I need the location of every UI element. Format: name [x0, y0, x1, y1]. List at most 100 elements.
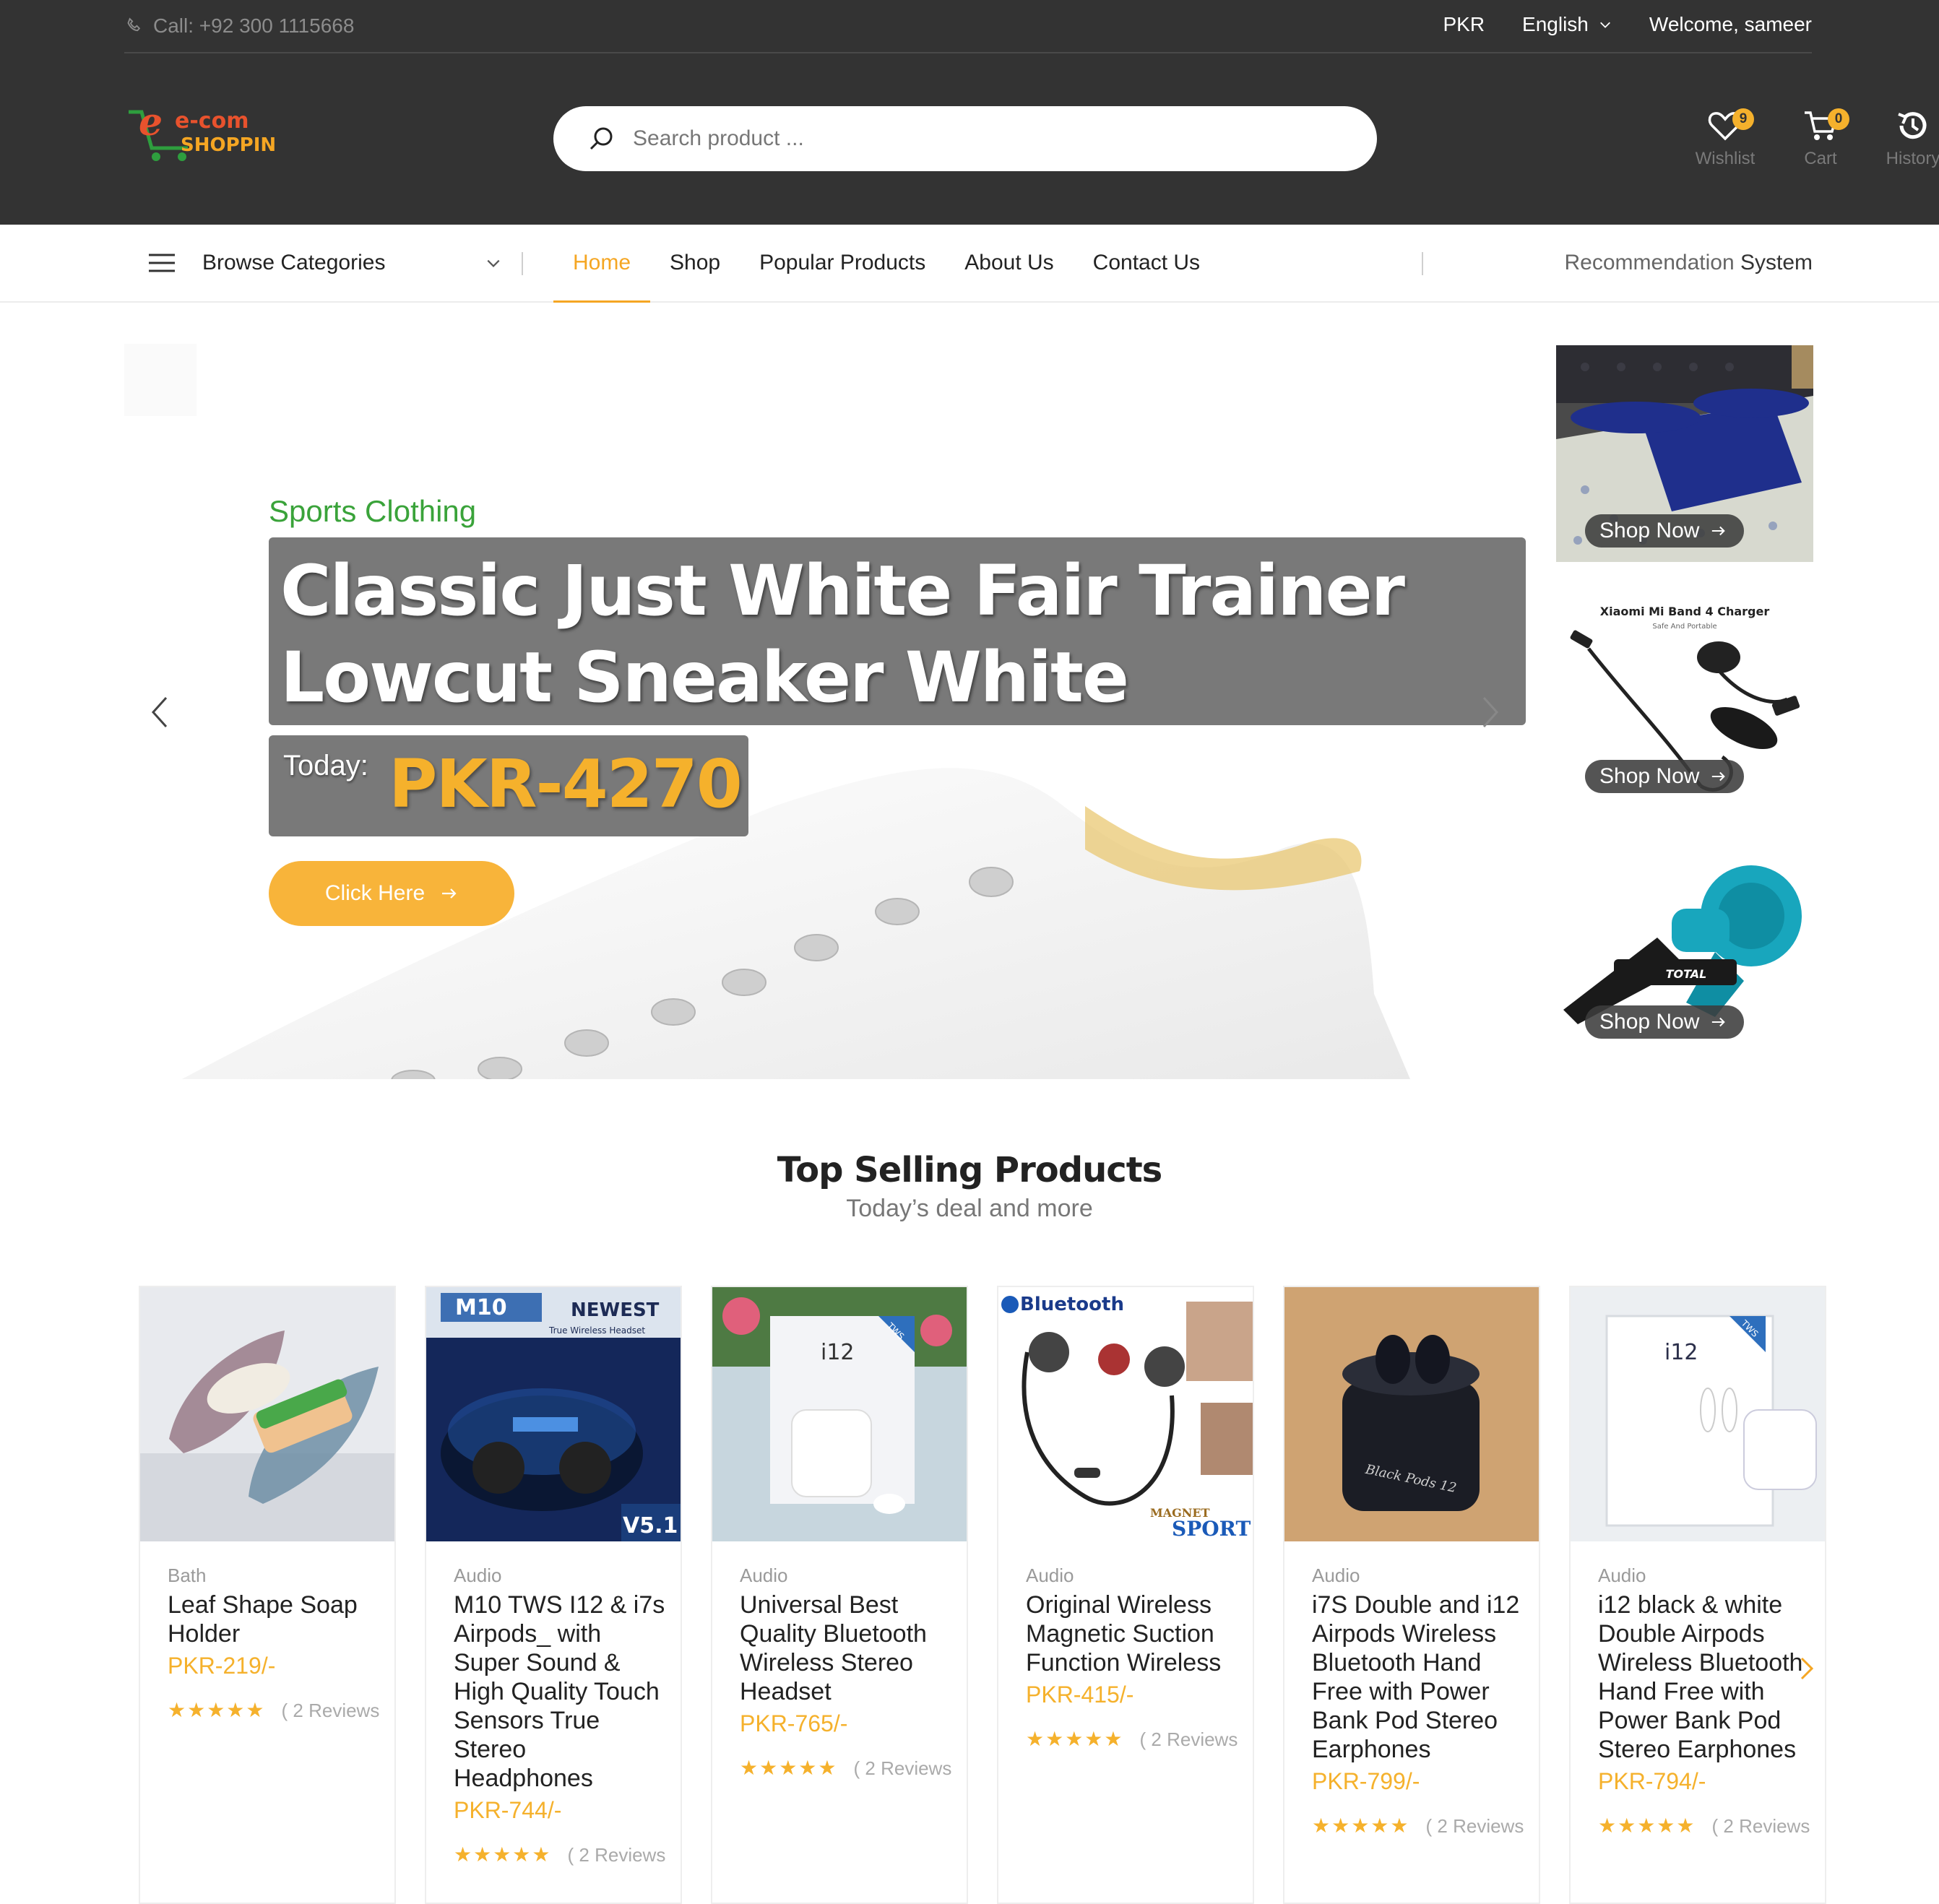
- shop-now-button[interactable]: Shop Now: [1585, 1005, 1745, 1039]
- review-count: ( 2 Reviews: [853, 1757, 952, 1779]
- product-name[interactable]: Universal Best Quality Bluetooth Wireles…: [740, 1591, 927, 1705]
- slider-prev-button[interactable]: [144, 691, 173, 734]
- recommendation-system-link[interactable]: Recommendation System: [1565, 251, 1813, 275]
- star-rating-icon: ★★★★★: [168, 1699, 266, 1721]
- product-rating: ★★★★★ ( 2 Reviews: [740, 1754, 956, 1783]
- hero-title: Classic Just White Fair Trainer Lowcut S…: [280, 550, 1405, 718]
- cart-count: 0: [1828, 108, 1849, 130]
- site-header: Call: +92 300 1115668 PKR English Welcom…: [0, 0, 1939, 225]
- review-count: ( 2 Reviews: [1711, 1815, 1810, 1837]
- chevron-right-icon: [1800, 1657, 1814, 1680]
- nav-shop[interactable]: Shop: [650, 225, 740, 303]
- shop-now-label: Shop Now: [1599, 519, 1700, 542]
- shop-now-label: Shop Now: [1599, 764, 1700, 788]
- svg-text:SHOPPING: SHOPPING: [181, 134, 276, 156]
- click-here-button[interactable]: Click Here: [269, 861, 514, 926]
- nav-contact-us[interactable]: Contact Us: [1074, 225, 1219, 303]
- product-image[interactable]: [140, 1287, 394, 1541]
- currency-selector[interactable]: PKR: [1443, 13, 1485, 36]
- shop-now-button[interactable]: Shop Now: [1585, 514, 1745, 548]
- product-name[interactable]: i12 black & white Double Airpods Wireles…: [1598, 1591, 1802, 1763]
- divider: [522, 252, 523, 275]
- product-image[interactable]: Black Pods 12: [1284, 1287, 1539, 1541]
- section-title: Top Selling Products: [777, 1150, 1162, 1190]
- chevron-down-icon: [487, 259, 500, 267]
- site-logo[interactable]: e e-com SHOPPING: [124, 100, 291, 165]
- review-count: ( 2 Reviews: [1425, 1815, 1524, 1837]
- product-image[interactable]: M10 NEWEST True Wireless Headset V5.1: [426, 1287, 681, 1541]
- slider-next-button[interactable]: [1477, 691, 1506, 734]
- search-input[interactable]: [633, 126, 1283, 151]
- banner-bedsheet[interactable]: Shop Now: [1556, 345, 1813, 562]
- star-rating-icon: ★★★★★: [1026, 1728, 1124, 1750]
- svg-text:e: e: [139, 103, 163, 144]
- click-here-label: Click Here: [324, 881, 426, 905]
- svg-text:TOTAL: TOTAL: [1666, 967, 1707, 981]
- product-name[interactable]: Original Wireless Magnetic Suction Funct…: [1026, 1591, 1221, 1676]
- cart-button[interactable]: 0 Cart: [1777, 107, 1864, 169]
- product-price: PKR-219/-: [168, 1653, 276, 1679]
- product-price: PKR-799/-: [1312, 1768, 1420, 1794]
- product-card[interactable]: i12 TWS Audio i12 black & white Double A…: [1569, 1286, 1826, 1904]
- history-icon: [1898, 112, 1927, 139]
- product-card[interactable]: i12 TWS Audio Universal Best Quality Blu…: [711, 1286, 968, 1904]
- divider: [1422, 252, 1423, 275]
- chevron-down-icon: [1599, 22, 1610, 28]
- product-rating: ★★★★★ ( 2 Reviews: [454, 1840, 670, 1869]
- shop-now-button[interactable]: Shop Now: [1585, 760, 1745, 793]
- svg-text:NEWEST: NEWEST: [571, 1299, 660, 1321]
- review-count: ( 2 Reviews: [567, 1844, 666, 1866]
- product-card[interactable]: Black Pods 12 Audio i7S Double and i12 A…: [1283, 1286, 1540, 1904]
- product-info: i12 black & white Double Airpods Wireles…: [1598, 1591, 1815, 1840]
- product-name[interactable]: i7S Double and i12 Airpods Wireless Blue…: [1312, 1591, 1519, 1763]
- menu-links: Home Shop Popular Products About Us Cont…: [553, 225, 1219, 303]
- svg-text:i12: i12: [1664, 1340, 1698, 1365]
- call-info: Call: +92 300 1115668: [124, 14, 354, 38]
- product-image[interactable]: Bluetooth MAGNET SPORT: [998, 1287, 1253, 1541]
- arrow-right-icon: [442, 888, 457, 899]
- language-selector[interactable]: English: [1522, 13, 1612, 36]
- product-card[interactable]: Bluetooth MAGNET SPORT Audio Original Wi…: [997, 1286, 1254, 1904]
- nav-home[interactable]: Home: [553, 225, 651, 303]
- svg-text:True Wireless Headset: True Wireless Headset: [548, 1325, 645, 1336]
- product-info: Original Wireless Magnetic Suction Funct…: [1026, 1591, 1243, 1754]
- product-image[interactable]: i12 TWS: [1571, 1287, 1825, 1541]
- star-rating-icon: ★★★★★: [1598, 1814, 1696, 1837]
- history-button[interactable]: History: [1870, 107, 1939, 169]
- nav-popular-products[interactable]: Popular Products: [740, 225, 945, 303]
- carousel-next-button[interactable]: [1796, 1654, 1818, 1683]
- arrow-right-icon: [1712, 526, 1726, 536]
- svg-text:e-com: e-com: [175, 108, 249, 134]
- product-image[interactable]: i12 TWS: [712, 1287, 967, 1541]
- banner-charger[interactable]: Xiaomi Mi Band 4 Charger Safe And Portab…: [1556, 591, 1813, 808]
- product-info: Universal Best Quality Bluetooth Wireles…: [740, 1591, 956, 1783]
- svg-text:Safe And Portable: Safe And Portable: [1652, 623, 1716, 631]
- product-name[interactable]: M10 TWS I12 & i7s Airpods_ with Super So…: [454, 1591, 665, 1792]
- product-category: Audio: [454, 1565, 502, 1586]
- welcome-user[interactable]: Welcome, sameer: [1649, 13, 1812, 36]
- product-rating: ★★★★★ ( 2 Reviews: [1598, 1812, 1815, 1840]
- wishlist-button[interactable]: 9 Wishlist: [1682, 107, 1769, 169]
- hero-category: Sports Clothing: [269, 494, 477, 528]
- call-text: Call: +92 300 1115668: [153, 14, 355, 37]
- system-word: System: [1740, 251, 1813, 274]
- hamburger-icon: [149, 254, 175, 272]
- product-name[interactable]: Leaf Shape Soap Holder: [168, 1591, 358, 1648]
- product-card[interactable]: Bath Leaf Shape Soap Holder PKR-219/- ★★…: [139, 1286, 396, 1904]
- nav-about-us[interactable]: About Us: [945, 225, 1073, 303]
- review-count: ( 2 Reviews: [281, 1700, 380, 1721]
- wishlist-count: 9: [1732, 108, 1754, 130]
- svg-text:Xiaomi Mi Band 4 Charger: Xiaomi Mi Band 4 Charger: [1600, 605, 1770, 618]
- svg-text:SPORT: SPORT: [1172, 1517, 1251, 1541]
- browse-categories-button[interactable]: Browse Categories: [149, 251, 500, 275]
- cart-label: Cart: [1804, 149, 1837, 168]
- product-card[interactable]: M10 NEWEST True Wireless Headset V5.1 Au…: [425, 1286, 682, 1904]
- phone-icon: [127, 17, 141, 32]
- banner-blower[interactable]: TOTAL Shop Now: [1556, 836, 1813, 1053]
- star-rating-icon: ★★★★★: [1312, 1814, 1410, 1837]
- search-bar[interactable]: [553, 106, 1377, 171]
- svg-text:V5.1: V5.1: [623, 1513, 678, 1539]
- today-label: Today:: [283, 750, 368, 782]
- hero-slider: Sports Clothing Classic Just White Fair …: [124, 344, 1526, 1079]
- chevron-left-icon: [151, 696, 168, 728]
